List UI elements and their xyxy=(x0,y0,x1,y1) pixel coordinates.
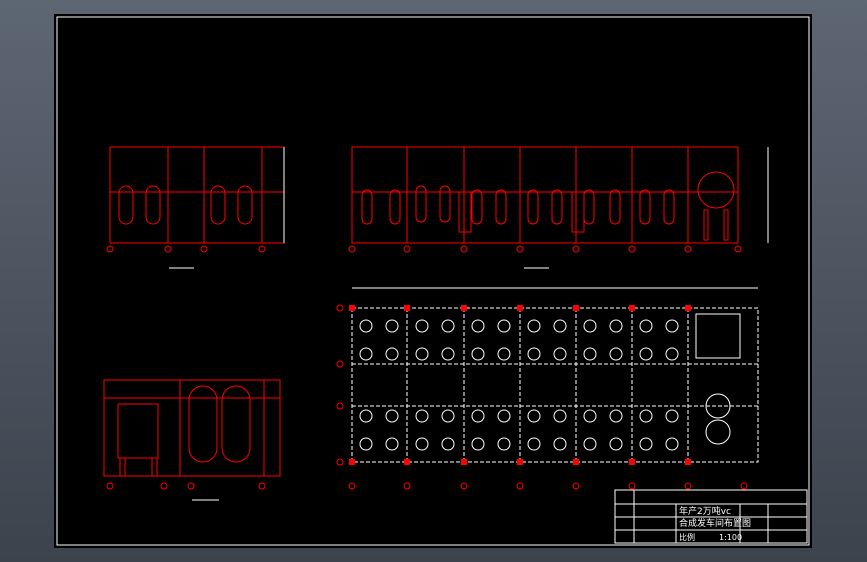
drawing-sheet: 年产2万吨vc 合成发车间布置图 比例 1:100 xyxy=(54,14,812,548)
elevation-left-frame xyxy=(109,146,285,244)
storage-sphere xyxy=(697,171,735,209)
title-line-1: 年产2万吨vc xyxy=(679,505,731,517)
section-left xyxy=(103,379,281,501)
title-line-2: 合成发车间布置图 xyxy=(679,517,751,529)
stair xyxy=(458,191,472,233)
scale-label: 比例 xyxy=(679,532,695,542)
elevation-right-frame xyxy=(351,146,739,244)
floor-plan-outline xyxy=(351,307,759,463)
title-block: 年产2万吨vc 合成发车间布置图 比例 1:100 xyxy=(614,489,808,544)
scale-value: 1:100 xyxy=(719,533,742,542)
elevation-left xyxy=(106,146,285,269)
section-left-frame xyxy=(103,379,281,477)
cad-drawing: 年产2万吨vc 合成发车间布置图 比例 1:100 xyxy=(56,16,810,546)
elevation-right xyxy=(348,146,769,269)
drawing-border xyxy=(56,16,810,546)
tank xyxy=(221,385,251,463)
stair xyxy=(571,191,585,233)
tank xyxy=(188,385,218,463)
floor-plan xyxy=(336,287,759,490)
